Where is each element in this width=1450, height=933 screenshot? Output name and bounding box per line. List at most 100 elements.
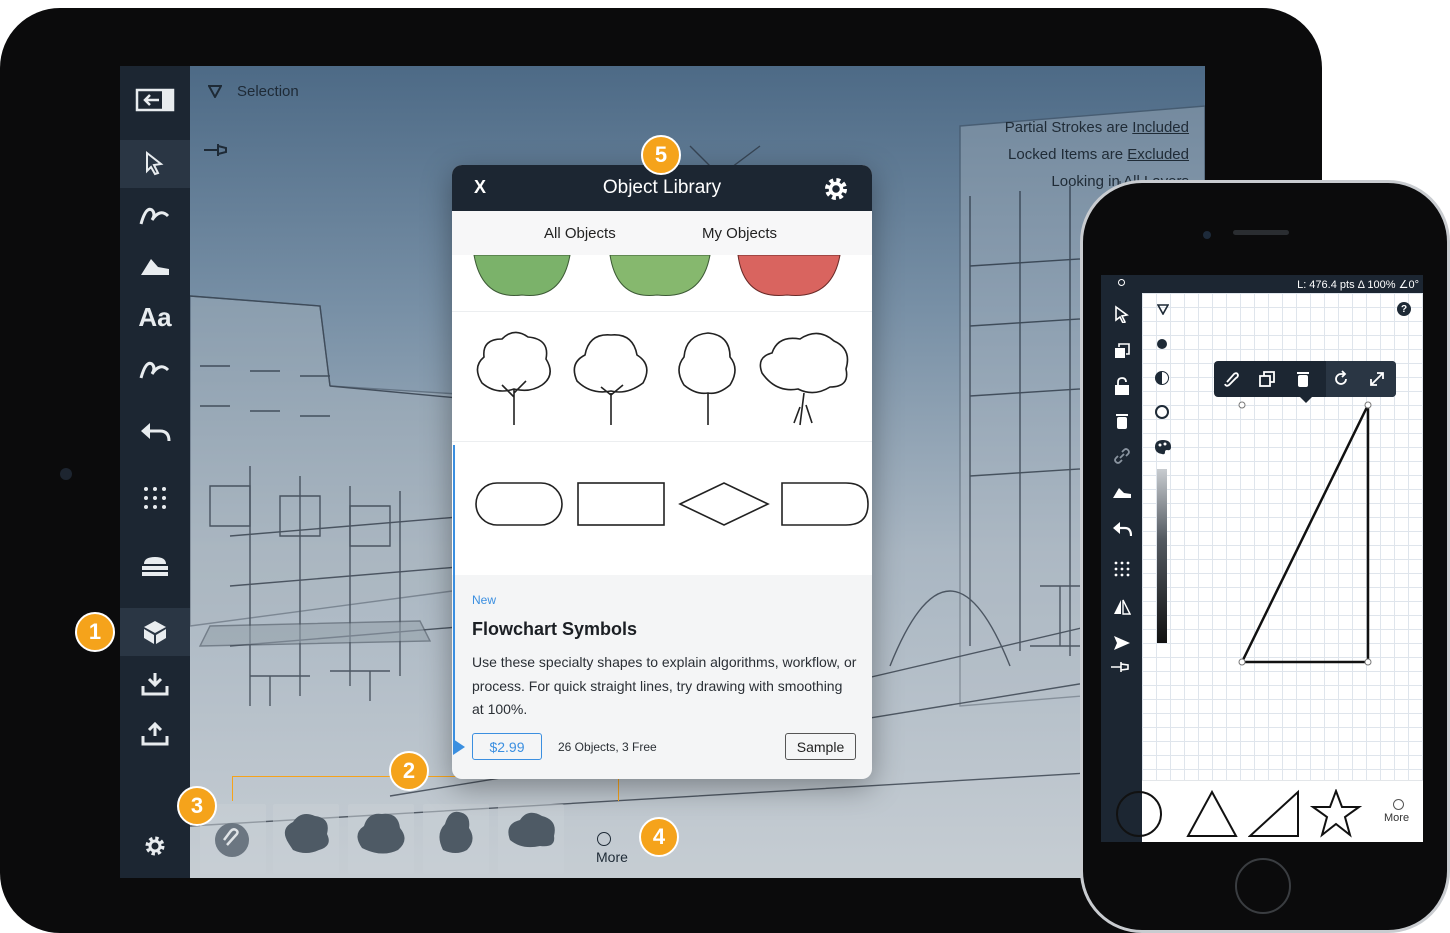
phone-grid-tool[interactable] (1101, 561, 1142, 577)
tray-object-tree-4[interactable] (498, 804, 564, 874)
info-locked-items: Locked Items are Excluded (1008, 146, 1189, 163)
object-decision-shape[interactable] (678, 481, 770, 532)
callout-5: 5 (641, 135, 681, 175)
library-settings-button[interactable] (822, 175, 850, 208)
pack-title: Flowchart Symbols (472, 619, 638, 639)
buy-button[interactable]: $2.99 (472, 733, 542, 760)
pen-stroke-icon (139, 207, 170, 225)
tray-object-tree-1[interactable] (273, 804, 339, 874)
brush-tool-button[interactable] (120, 344, 190, 392)
callout-4: 4 (639, 817, 679, 857)
iphone-speaker (1233, 230, 1289, 235)
upload-icon (141, 721, 169, 746)
undo-button[interactable] (120, 408, 190, 456)
phone-trash-tool[interactable] (1101, 413, 1142, 429)
phone-pin-tool[interactable] (1101, 661, 1142, 673)
import-button[interactable] (120, 660, 190, 708)
object-terminator-shape[interactable] (474, 481, 564, 532)
brush-stroke-icon (139, 361, 170, 379)
selected-triangle-shape[interactable] (1142, 293, 1423, 780)
library-grid (452, 255, 872, 575)
pack-description: Use these specialty shapes to explain al… (472, 654, 857, 717)
layers-button[interactable] (120, 542, 190, 590)
tray-right-triangle-shape[interactable] (1247, 789, 1300, 842)
collapse-sidebar-button[interactable] (120, 76, 190, 124)
pack-detail-card: New Flowchart Symbols Use these specialt… (460, 577, 864, 773)
selection-filter-icon[interactable] (207, 84, 223, 100)
locked-items-link[interactable]: Excluded (1127, 146, 1189, 163)
tray-object-tree-2[interactable] (348, 804, 414, 874)
undo-icon (141, 423, 171, 442)
sample-button[interactable]: Sample (785, 733, 856, 760)
collapse-icon (135, 88, 175, 112)
tray-object-tree-3[interactable] (423, 804, 489, 874)
object-process-shape[interactable] (576, 481, 666, 532)
selection-indicator-line (453, 445, 455, 745)
text-tool-button[interactable]: Aa (120, 293, 190, 341)
grid-icon (144, 487, 166, 509)
phone-more-icon[interactable] (1393, 799, 1404, 810)
object-delay-shape[interactable] (780, 481, 870, 532)
text-tool-label: Aa (138, 301, 172, 332)
tab-all-objects[interactable]: All Objects (544, 225, 616, 242)
gear-icon (825, 178, 847, 200)
object-tree-outline-4[interactable] (754, 327, 854, 432)
paperclip-icon[interactable] (215, 823, 249, 857)
pin-icon[interactable] (204, 142, 230, 163)
object-library-dialog: X Object Library All Objects My Objects (452, 165, 872, 779)
grid-button[interactable] (120, 474, 190, 522)
phone-status-bar: L: 476.4 pts Δ 100% ∠0° (1101, 275, 1423, 293)
info-partial-prefix: Partial Strokes are (1004, 119, 1133, 136)
phone-flip-tool[interactable] (1101, 599, 1142, 615)
object-tree-outline-1[interactable] (470, 327, 558, 432)
cursor-icon (146, 150, 164, 176)
ipad-camera (60, 468, 72, 480)
phone-more-label[interactable]: More (1384, 812, 1409, 824)
object-tree-outline-2[interactable] (567, 327, 655, 432)
measurement-readout: L: 476.4 pts Δ 100% ∠0° (1297, 279, 1419, 291)
phone-undo-tool[interactable] (1101, 521, 1142, 537)
tray-circle-shape[interactable] (1114, 789, 1164, 842)
tray-star-shape[interactable] (1309, 788, 1363, 842)
iphone-camera (1203, 231, 1211, 239)
callout-3: 3 (177, 786, 217, 826)
download-icon (141, 673, 169, 696)
tool-sidebar: Aa (120, 66, 190, 878)
phone-link-tool[interactable] (1101, 447, 1142, 465)
settings-button[interactable] (120, 822, 190, 870)
phone-eraser-tool[interactable] (1101, 485, 1142, 499)
home-button[interactable] (1235, 858, 1291, 914)
object-tree-outline-3[interactable] (668, 327, 748, 432)
phone-select-tool[interactable] (1101, 305, 1142, 323)
pen-tool-button[interactable] (120, 190, 190, 238)
info-locked-prefix: Locked Items are (1008, 146, 1128, 163)
layers-icon (142, 557, 168, 576)
partial-strokes-link[interactable]: Included (1132, 119, 1189, 136)
phone-object-tray: More (1116, 780, 1423, 842)
phone-tool-sidebar (1101, 293, 1142, 842)
more-icon[interactable] (597, 832, 611, 846)
object-library-button[interactable] (120, 608, 190, 656)
info-partial-strokes: Partial Strokes are Included (1005, 119, 1189, 136)
cube-icon (144, 621, 166, 644)
row-divider (452, 311, 872, 312)
eraser-icon (141, 259, 169, 275)
phone-copy-tool[interactable] (1101, 343, 1142, 359)
phone-lock-tool[interactable] (1101, 377, 1142, 395)
dialog-title: Object Library (602, 177, 722, 198)
tray-more-label[interactable]: More (596, 849, 628, 865)
selection-indicator-arrow (453, 739, 465, 755)
phone-drawing-canvas[interactable]: ? (1142, 293, 1423, 780)
export-button[interactable] (120, 710, 190, 758)
colored-trees-row (473, 255, 841, 296)
new-badge: New (472, 593, 497, 607)
iphone-screen: L: 476.4 pts Δ 100% ∠0° ? More (1101, 275, 1423, 842)
eraser-tool-button[interactable] (120, 242, 190, 290)
tray-triangle-shape[interactable] (1186, 789, 1238, 842)
tab-my-objects[interactable]: My Objects (702, 225, 777, 242)
status-dot-icon (1118, 279, 1125, 286)
callout-1: 1 (75, 612, 115, 652)
phone-send-tool[interactable] (1101, 635, 1142, 651)
row-divider (452, 441, 872, 442)
select-tool-button[interactable] (120, 140, 190, 188)
